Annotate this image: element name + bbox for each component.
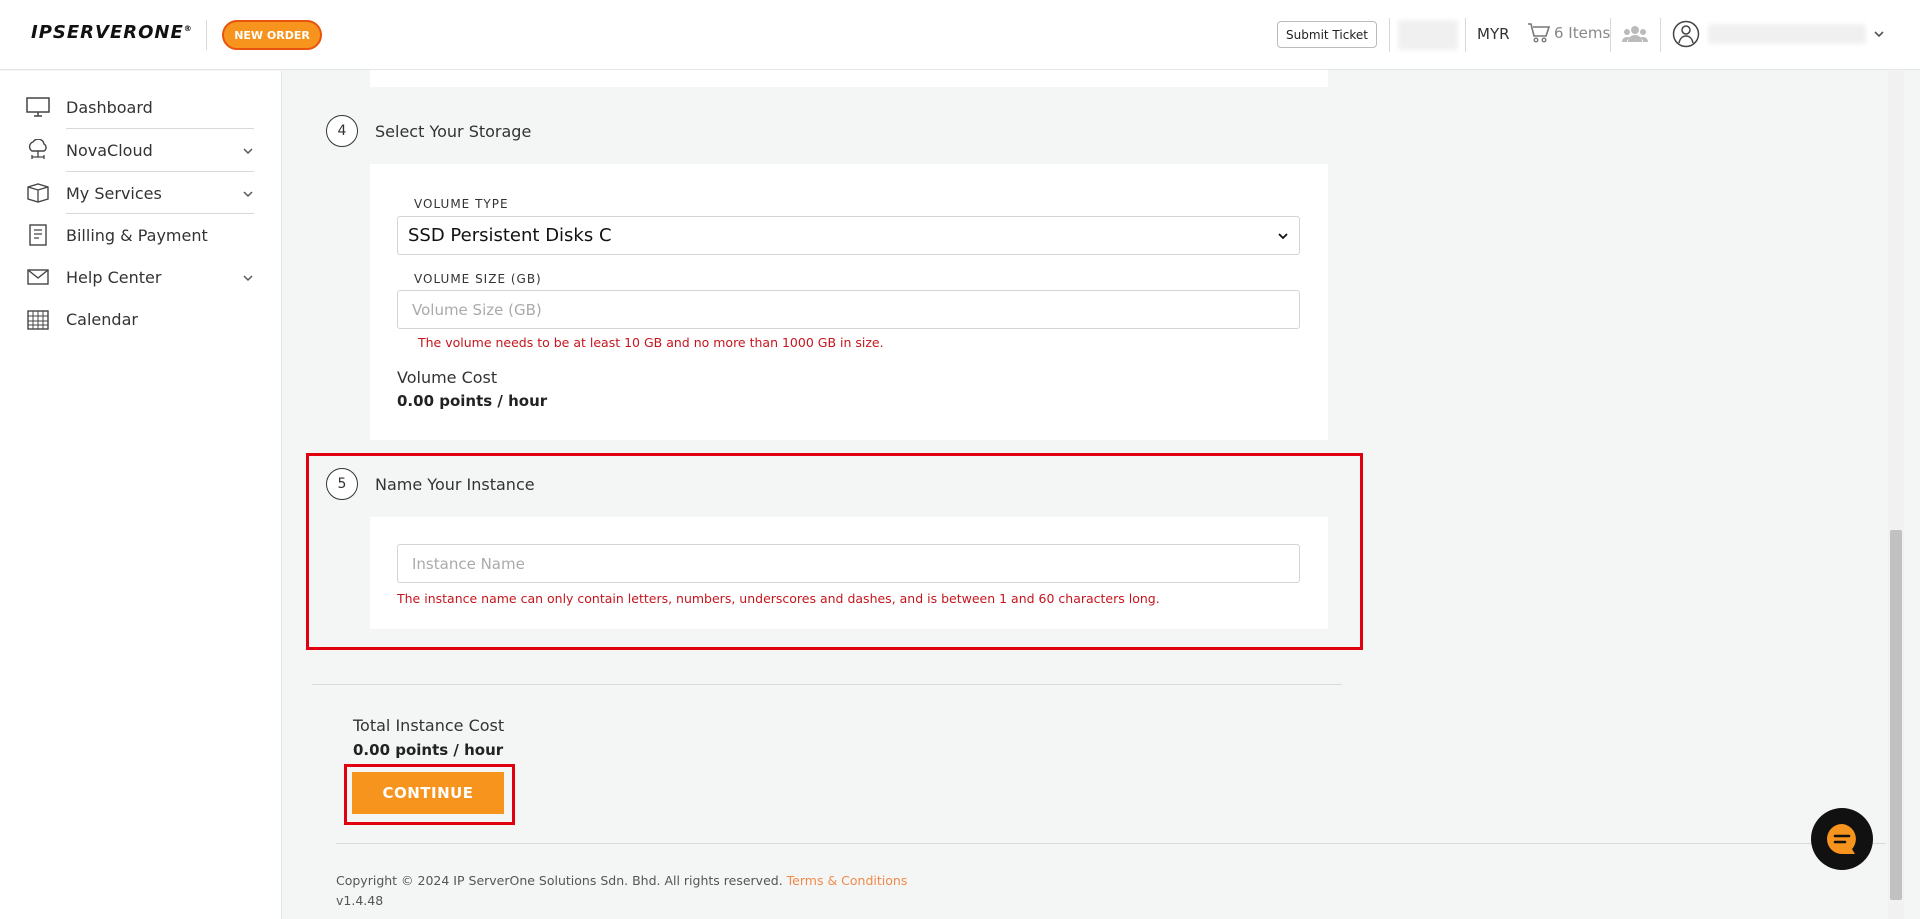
cart-icon xyxy=(1528,23,1551,43)
chevron-down-icon[interactable] xyxy=(1872,27,1886,41)
cart-count-label: 6 Items xyxy=(1554,24,1611,42)
sidebar-item-help-center[interactable]: Help Center xyxy=(26,256,254,298)
top-header: IPSERVERONE® NEW ORDER Submit Ticket MYR… xyxy=(0,0,1920,70)
continue-button[interactable]: CONTINUE xyxy=(352,772,504,814)
volume-size-input[interactable] xyxy=(397,290,1300,329)
blurred-account-info xyxy=(1398,20,1458,50)
header-divider xyxy=(206,20,207,50)
chat-button[interactable] xyxy=(1811,808,1873,870)
volume-cost-value: 0.00 points / hour xyxy=(397,392,548,410)
calendar-icon xyxy=(27,310,49,330)
logo-text: IPSERVERONE xyxy=(31,22,184,43)
sidebar-item-label: Billing & Payment xyxy=(66,225,208,245)
chevron-down-icon xyxy=(243,275,253,282)
instance-name-input[interactable] xyxy=(397,544,1300,583)
sidebar-item-label: Help Center xyxy=(66,267,162,287)
sidebar-item-calendar[interactable]: Calendar xyxy=(26,298,254,340)
currency-selector[interactable]: MYR xyxy=(1477,25,1510,43)
sidebar-item-novacloud[interactable]: NovaCloud xyxy=(26,129,254,171)
volume-type-select[interactable]: SSD Persistent Disks C xyxy=(397,216,1300,255)
invoice-icon xyxy=(29,224,47,246)
sidebar-item-label: My Services xyxy=(66,183,162,203)
blurred-username xyxy=(1708,24,1866,44)
scrollbar-thumb[interactable] xyxy=(1890,530,1902,900)
section-divider xyxy=(312,684,1342,685)
envelope-icon xyxy=(27,269,49,285)
sidebar-item-billing[interactable]: Billing & Payment xyxy=(26,214,254,256)
monitor-icon xyxy=(26,97,50,117)
cart-button[interactable]: 6 Items xyxy=(1527,22,1610,44)
brand-logo[interactable]: IPSERVERONE® xyxy=(31,22,193,43)
header-divider xyxy=(1465,18,1466,52)
volume-cost-label: Volume Cost xyxy=(397,368,498,387)
volume-size-error: The volume needs to be at least 10 GB an… xyxy=(418,335,884,350)
cloud-network-icon xyxy=(28,139,47,159)
copyright-text: Copyright © 2024 IP ServerOne Solutions … xyxy=(336,873,783,888)
new-order-button[interactable]: NEW ORDER xyxy=(222,20,322,50)
sidebar-item-label: NovaCloud xyxy=(66,140,153,160)
volume-size-label: VOLUME SIZE (GB) xyxy=(414,272,542,286)
total-cost-value: 0.00 points / hour xyxy=(353,741,504,759)
team-icon[interactable] xyxy=(1622,23,1648,45)
user-avatar-icon[interactable] xyxy=(1672,20,1700,48)
sidebar: Dashboard NovaCloud My Services Billing … xyxy=(0,71,282,919)
box-icon xyxy=(27,183,49,203)
total-cost-label: Total Instance Cost xyxy=(353,716,505,735)
terms-link[interactable]: Terms & Conditions xyxy=(787,873,908,888)
header-divider xyxy=(1660,18,1661,52)
instance-step-title: Name Your Instance xyxy=(375,475,535,494)
chevron-down-icon xyxy=(243,148,253,155)
sidebar-item-my-services[interactable]: My Services xyxy=(26,172,254,214)
header-divider xyxy=(1610,18,1611,52)
sidebar-item-label: Dashboard xyxy=(66,97,153,117)
footer-divider xyxy=(336,843,1886,844)
chat-bubble-icon xyxy=(1827,824,1856,854)
previous-step-card xyxy=(370,70,1328,87)
storage-step-title: Select Your Storage xyxy=(375,122,532,141)
header-divider xyxy=(1389,18,1390,52)
instance-name-error: The instance name can only contain lette… xyxy=(397,591,1160,606)
volume-type-label: VOLUME TYPE xyxy=(414,197,509,211)
sidebar-item-dashboard[interactable]: Dashboard xyxy=(26,86,254,128)
volume-type-value: SSD Persistent Disks C xyxy=(408,225,612,246)
chevron-down-icon xyxy=(243,191,253,198)
chevron-down-icon xyxy=(1278,233,1288,240)
step-4-indicator: 4 xyxy=(326,115,358,147)
logo-registered-mark: ® xyxy=(183,24,193,33)
sidebar-item-label: Calendar xyxy=(66,309,138,329)
version-label: v1.4.48 xyxy=(336,893,384,908)
step-5-indicator: 5 xyxy=(326,468,358,500)
footer-copyright: Copyright © 2024 IP ServerOne Solutions … xyxy=(336,873,907,888)
submit-ticket-button[interactable]: Submit Ticket xyxy=(1277,21,1377,48)
